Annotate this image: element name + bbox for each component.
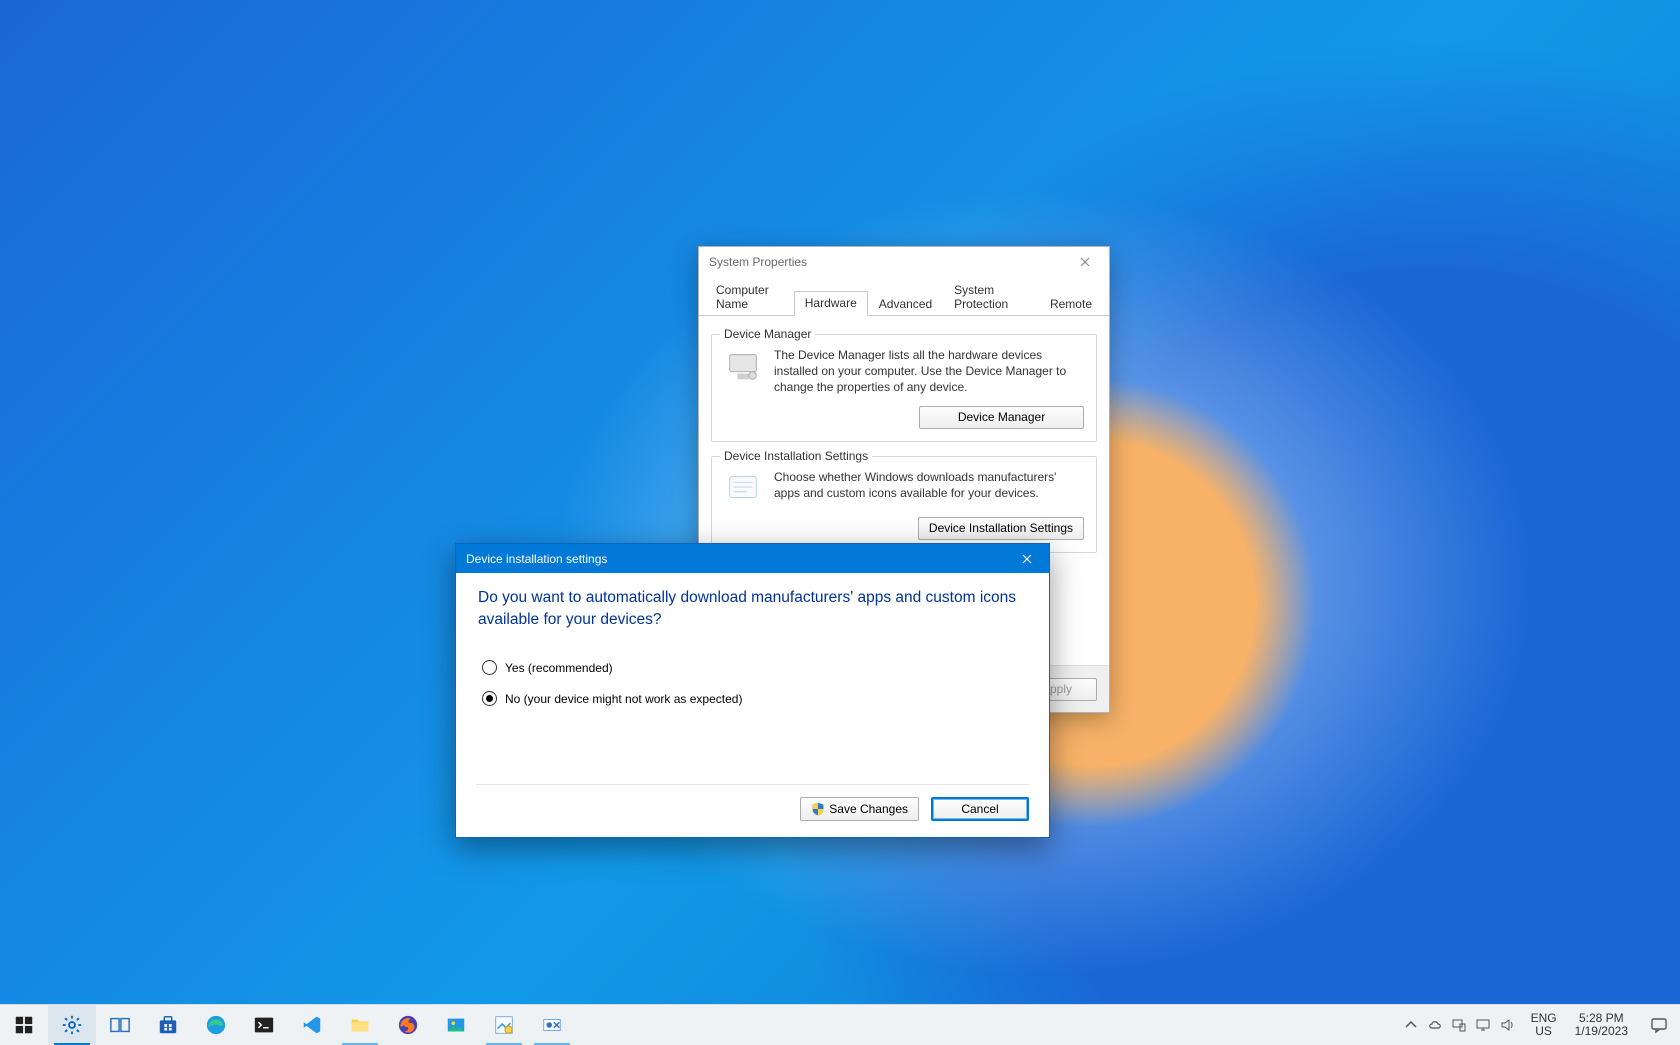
- taskbar-vscode[interactable]: [288, 1005, 336, 1045]
- close-icon: [1022, 554, 1032, 564]
- taskbar-clock[interactable]: 5:28 PM 1/19/2023: [1565, 1012, 1638, 1038]
- network-icon[interactable]: [1475, 1017, 1491, 1033]
- tab-remote[interactable]: Remote: [1039, 292, 1103, 316]
- sysprops-body: Device Manager The Device Manager lists …: [699, 316, 1109, 577]
- firefox-icon: [397, 1014, 419, 1036]
- taskbar-taskview[interactable]: [96, 1005, 144, 1045]
- language-indicator[interactable]: ENG US: [1523, 1012, 1565, 1037]
- sysprops-tabstrip: Computer Name Hardware Advanced System P…: [699, 277, 1109, 316]
- devdlg-content: Do you want to automatically download ma…: [456, 573, 1049, 706]
- taskbar-file-explorer[interactable]: [336, 1005, 384, 1045]
- devdlg-title: Device installation settings: [466, 552, 607, 566]
- close-icon: [1080, 257, 1090, 267]
- system-tray[interactable]: [1395, 1017, 1523, 1033]
- terminal-icon: [253, 1014, 275, 1036]
- clock-date: 1/19/2023: [1575, 1025, 1628, 1038]
- taskbar-edge[interactable]: [192, 1005, 240, 1045]
- device-installation-desc: Choose whether Windows downloads manufac…: [774, 469, 1084, 501]
- start-button[interactable]: [0, 1005, 48, 1045]
- device-manager-button[interactable]: Device Manager: [919, 406, 1084, 429]
- device-installation-legend: Device Installation Settings: [720, 449, 872, 463]
- radio-yes[interactable]: Yes (recommended): [482, 660, 1027, 675]
- taskbar-app-b[interactable]: [528, 1005, 576, 1045]
- device-installation-dialog: Device installation settings Do you want…: [455, 543, 1050, 838]
- tab-system-protection[interactable]: System Protection: [943, 278, 1039, 316]
- vscode-icon: [301, 1014, 323, 1036]
- taskview-icon: [109, 1014, 131, 1036]
- device-manager-legend: Device Manager: [720, 327, 815, 341]
- folder-icon: [349, 1014, 371, 1036]
- windows-logo-icon: [13, 1014, 35, 1036]
- device-manager-desc: The Device Manager lists all the hardwar…: [774, 347, 1084, 396]
- taskbar-firefox[interactable]: [384, 1005, 432, 1045]
- taskbar-ms-store[interactable]: [144, 1005, 192, 1045]
- sysprops-titlebar[interactable]: System Properties: [699, 247, 1109, 277]
- devdlg-radio-group: Yes (recommended) No (your device might …: [478, 660, 1027, 706]
- sysprops-close-button[interactable]: [1065, 250, 1105, 274]
- devdlg-titlebar[interactable]: Device installation settings: [456, 544, 1049, 573]
- tools-app-icon: [541, 1014, 563, 1036]
- tab-hardware[interactable]: Hardware: [794, 291, 868, 316]
- devdlg-heading: Do you want to automatically download ma…: [478, 587, 1027, 630]
- save-changes-label: Save Changes: [829, 802, 908, 816]
- radio-icon: [482, 660, 497, 675]
- devices-icon[interactable]: [1451, 1017, 1467, 1033]
- taskbar-left: [0, 1005, 576, 1045]
- tab-advanced[interactable]: Advanced: [868, 292, 943, 316]
- device-installation-settings-button[interactable]: Device Installation Settings: [918, 517, 1084, 540]
- gear-icon: [61, 1014, 83, 1036]
- onedrive-icon[interactable]: [1427, 1017, 1443, 1033]
- taskbar: ENG US 5:28 PM 1/19/2023: [0, 1004, 1680, 1045]
- group-device-installation: Device Installation Settings Choose whet…: [711, 456, 1097, 553]
- tab-computer-name[interactable]: Computer Name: [705, 278, 794, 316]
- taskbar-settings[interactable]: [48, 1005, 96, 1045]
- radio-no-label: No (your device might not work as expect…: [505, 692, 742, 706]
- store-icon: [157, 1014, 179, 1036]
- action-center-button[interactable]: [1638, 1016, 1680, 1034]
- cancel-button[interactable]: Cancel: [931, 797, 1029, 821]
- edge-icon: [205, 1014, 227, 1036]
- device-installation-icon: [724, 469, 762, 507]
- group-device-manager: Device Manager The Device Manager lists …: [711, 334, 1097, 442]
- radio-yes-label: Yes (recommended): [505, 661, 613, 675]
- uac-shield-icon: [811, 802, 825, 816]
- volume-icon[interactable]: [1499, 1017, 1515, 1033]
- save-changes-button[interactable]: Save Changes: [800, 797, 919, 821]
- radio-icon: [482, 691, 497, 706]
- device-manager-icon: [724, 347, 762, 385]
- notification-icon: [1650, 1016, 1668, 1034]
- taskbar-app-a[interactable]: [480, 1005, 528, 1045]
- devdlg-close-button[interactable]: [1004, 544, 1049, 573]
- sysprops-title: System Properties: [709, 255, 807, 269]
- chevron-up-icon[interactable]: [1403, 1017, 1419, 1033]
- desktop-wallpaper: System Properties Computer Name Hardware…: [0, 0, 1680, 1005]
- language-bottom: US: [1535, 1025, 1552, 1038]
- radio-no[interactable]: No (your device might not work as expect…: [482, 691, 1027, 706]
- devdlg-button-bar: Save Changes Cancel: [476, 784, 1029, 821]
- taskbar-terminal[interactable]: [240, 1005, 288, 1045]
- photos-icon: [445, 1014, 467, 1036]
- taskbar-right: ENG US 5:28 PM 1/19/2023: [1395, 1005, 1680, 1045]
- picture-app-icon: [493, 1014, 515, 1036]
- taskbar-photos[interactable]: [432, 1005, 480, 1045]
